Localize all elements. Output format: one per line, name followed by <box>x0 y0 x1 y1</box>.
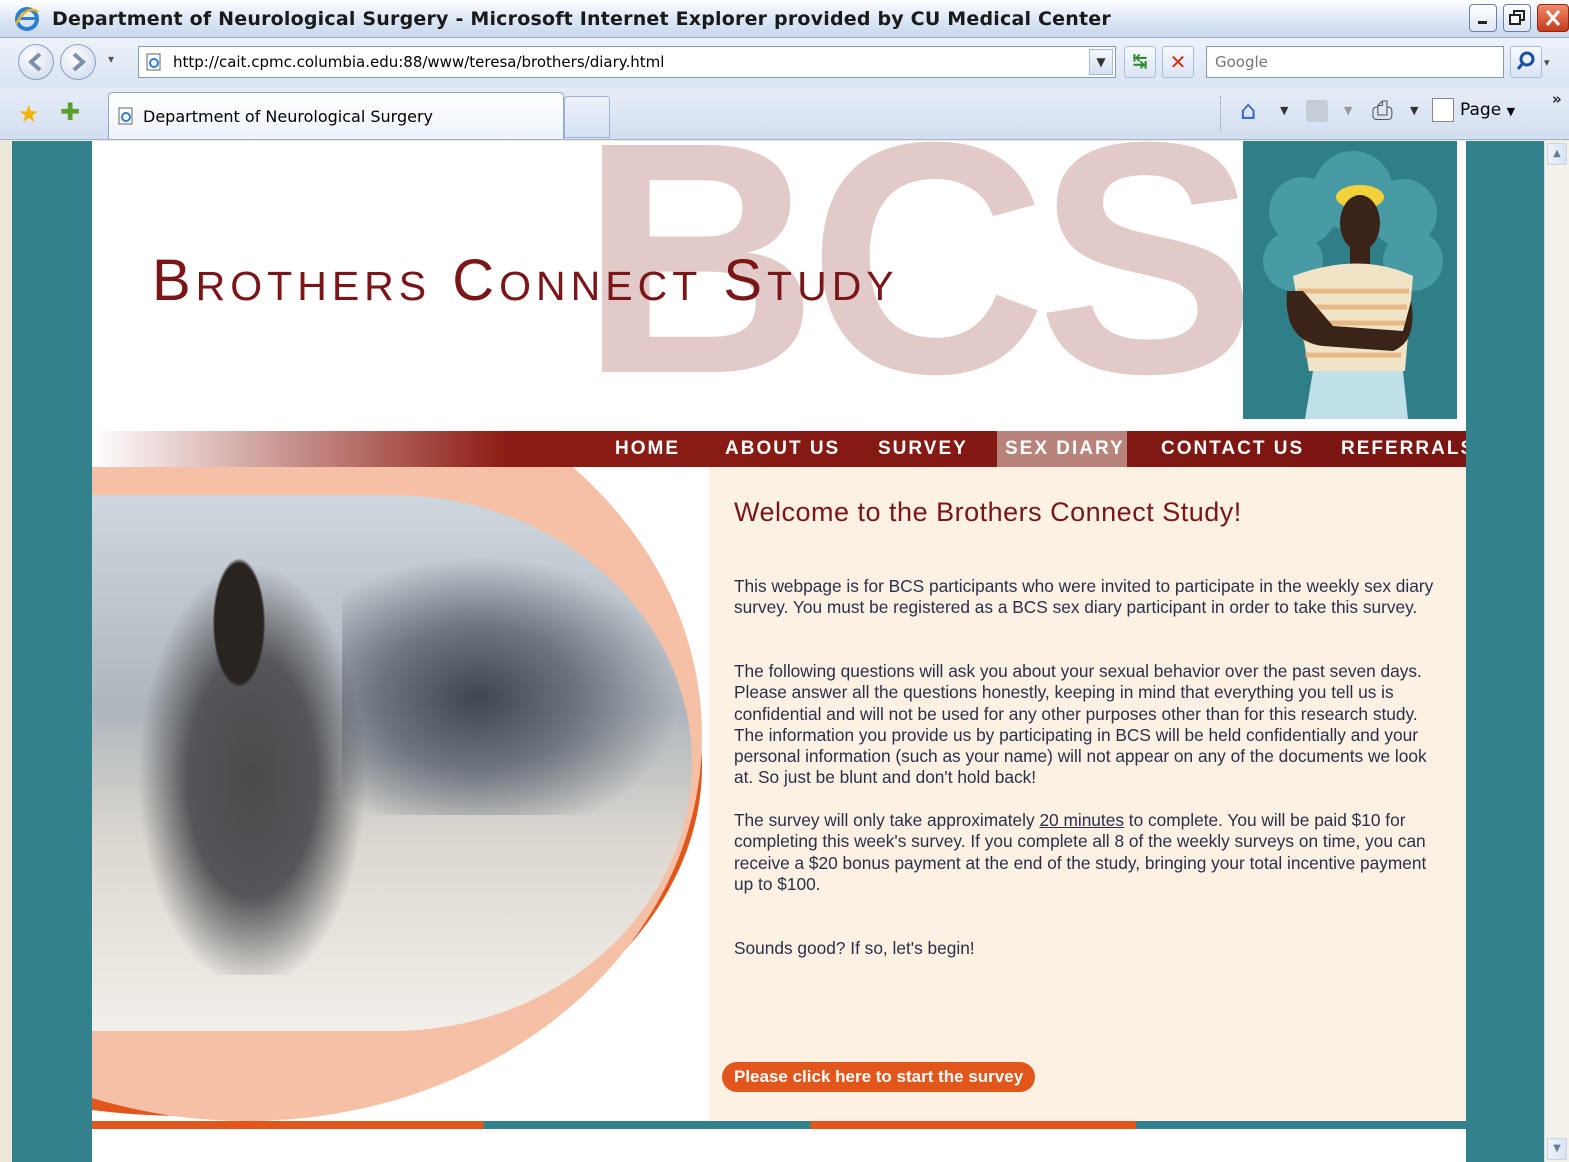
search-field[interactable] <box>1206 46 1504 78</box>
chevron-down-icon: ▼ <box>1096 55 1106 69</box>
site-nav-bar: HOME ABOUT US SURVEY SEX DIARY CONTACT U… <box>92 431 1466 467</box>
tab-toolbar: ★ ✚ Department of Neurological Surgery ⌂… <box>0 88 1569 140</box>
man-crouching-photo <box>92 495 692 1031</box>
ie-page-icon <box>118 107 133 125</box>
print-icon[interactable]: ⎙ <box>1372 96 1393 127</box>
stop-icon: ✕ <box>1169 50 1187 74</box>
close-icon <box>1545 10 1561 26</box>
home-dropdown-icon[interactable]: ▼ <box>1280 104 1288 117</box>
forward-button[interactable] <box>60 44 96 80</box>
favorites-star-icon[interactable]: ★ <box>18 100 40 128</box>
chevron-down-icon: ▼ <box>1553 1143 1561 1154</box>
window-title: Department of Neurological Surgery - Mic… <box>52 8 1111 30</box>
arrow-left-icon <box>27 52 42 72</box>
window-title-bar: Department of Neurological Surgery - Mic… <box>0 0 1569 38</box>
address-bar[interactable]: http://cait.cpmc.columbia.edu:88/www/ter… <box>138 46 1116 78</box>
feeds-dropdown-icon[interactable]: ▼ <box>1344 104 1352 117</box>
site-header: BCS Brothers Connect Study <box>92 141 1466 431</box>
confidentiality-paragraph: The following questions will ask you abo… <box>734 661 1427 788</box>
address-url[interactable]: http://cait.cpmc.columbia.edu:88/www/ter… <box>173 53 664 71</box>
man-illustration-graphic <box>1263 151 1443 419</box>
toolbar-separator <box>1220 96 1221 132</box>
recent-pages-dropdown-icon[interactable]: ▾ <box>108 52 114 66</box>
home-icon[interactable]: ⌂ <box>1240 96 1257 126</box>
arrow-right-icon <box>72 52 87 72</box>
nav-item-sex-diary[interactable]: SEX DIARY <box>997 431 1127 467</box>
search-button[interactable] <box>1510 46 1542 78</box>
ie-page-icon <box>146 53 161 71</box>
intro-paragraph: This webpage is for BCS participants who… <box>734 576 1434 618</box>
back-button[interactable] <box>18 44 54 80</box>
site-title: Brothers Connect Study <box>152 248 899 313</box>
minimize-button[interactable] <box>1469 4 1497 32</box>
refresh-button[interactable]: ↹ <box>1124 46 1156 78</box>
content-panel <box>709 461 1466 1121</box>
address-toolbar: ▾ http://cait.cpmc.columbia.edu:88/www/t… <box>0 38 1569 88</box>
scroll-down-button[interactable]: ▼ <box>1547 1138 1567 1160</box>
vertical-scrollbar[interactable]: ▲ ▼ <box>1544 141 1569 1162</box>
address-dropdown-button[interactable]: ▼ <box>1089 49 1113 75</box>
blurred-crowd <box>342 555 682 815</box>
magnifier-icon <box>1516 51 1535 70</box>
page-menu-label: Page <box>1460 100 1502 120</box>
footer-stripe <box>92 1121 1466 1129</box>
start-survey-button[interactable]: Please click here to start the survey <box>722 1062 1036 1092</box>
welcome-heading: Welcome to the Brothers Connect Study! <box>734 497 1242 527</box>
web-page: BCS Brothers Connect Study HOME ABOUT US… <box>92 141 1466 1162</box>
refresh-icon: ↹ <box>1132 51 1148 72</box>
search-options-dropdown-icon[interactable]: ▾ <box>1544 56 1550 69</box>
minimize-icon <box>1478 21 1487 24</box>
nav-item-survey[interactable]: SURVEY <box>878 431 968 467</box>
tab-label: Department of Neurological Surgery <box>143 107 433 126</box>
browser-viewport: BCS Brothers Connect Study HOME ABOUT US… <box>12 141 1544 1162</box>
restore-icon <box>1509 10 1525 25</box>
nav-item-contact-us[interactable]: CONTACT US <box>1161 431 1304 467</box>
duration-text: 20 minutes <box>1039 810 1124 830</box>
close-button[interactable] <box>1537 4 1569 32</box>
new-tab-button[interactable] <box>564 96 610 138</box>
restore-button[interactable] <box>1503 4 1531 32</box>
ie-logo-icon <box>14 7 39 31</box>
nav-item-home[interactable]: HOME <box>615 431 680 467</box>
nav-item-about-us[interactable]: ABOUT US <box>725 431 840 467</box>
chevron-down-icon: ▼ <box>1506 105 1516 118</box>
feeds-icon[interactable] <box>1306 100 1328 122</box>
man-illustration-image <box>1243 141 1457 419</box>
stop-button[interactable]: ✕ <box>1162 46 1194 78</box>
payment-text-start: The survey will only take approximately <box>734 810 1040 830</box>
nav-item-referrals[interactable]: REFERRALS <box>1341 431 1466 467</box>
search-input[interactable] <box>1213 52 1497 72</box>
page-icon <box>1432 98 1454 122</box>
payment-paragraph: The survey will only take approximately … <box>734 810 1442 895</box>
page-menu-button[interactable]: Page ▼ <box>1432 98 1515 122</box>
print-dropdown-icon[interactable]: ▼ <box>1410 104 1418 117</box>
chevron-up-icon: ▲ <box>1553 148 1561 159</box>
tab-department-neurological-surgery[interactable]: Department of Neurological Surgery <box>108 92 564 139</box>
crouching-man <box>122 535 382 975</box>
begin-prompt: Sounds good? If so, let's begin! <box>734 938 975 958</box>
more-tools-button[interactable]: » <box>1552 90 1562 108</box>
scroll-up-button[interactable]: ▲ <box>1547 143 1567 165</box>
add-favorites-icon[interactable]: ✚ <box>60 98 80 126</box>
